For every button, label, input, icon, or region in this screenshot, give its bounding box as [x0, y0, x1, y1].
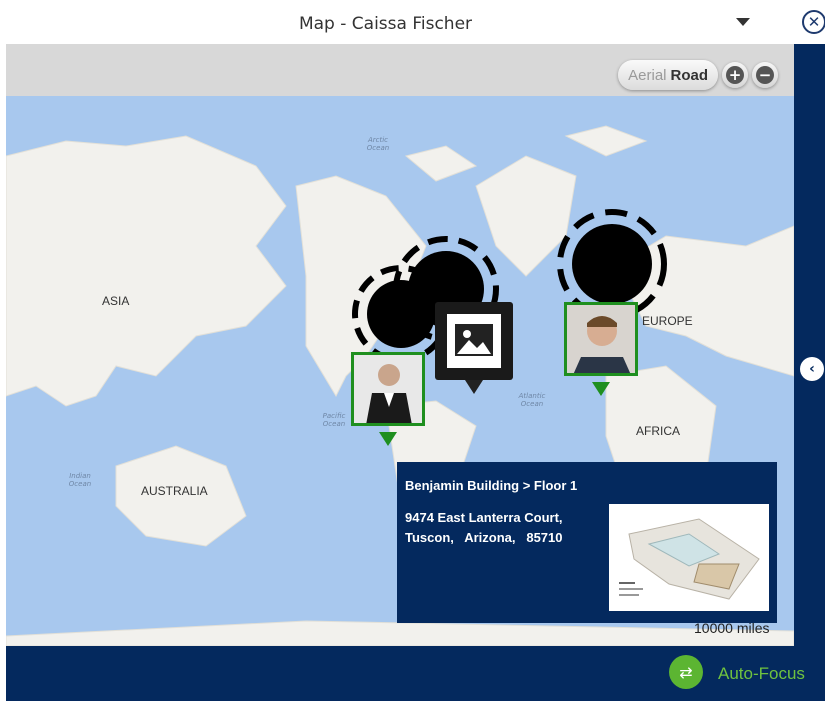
map-scale: 10000 miles [694, 620, 770, 636]
image-marker-pointer [465, 380, 483, 394]
autofocus-label[interactable]: Auto-Focus [718, 664, 805, 684]
person-marker-1-pointer [379, 432, 397, 446]
map-window: Map - Caissa Fischer ✕ ASIA EUROPE AFRIC… [0, 0, 825, 701]
close-icon: ✕ [807, 13, 821, 31]
close-button[interactable]: ✕ [802, 10, 825, 34]
chevron-left-icon: ‹ [809, 361, 815, 377]
floor-plan-thumbnail[interactable] [609, 504, 769, 611]
loading-spinner-right [557, 209, 667, 319]
title-bar: Map - Caissa Fischer ✕ [6, 4, 825, 45]
person-marker-1[interactable] [351, 352, 425, 426]
person-photo-2 [567, 305, 635, 373]
location-popup[interactable]: Benjamin Building > Floor 1 9474 East La… [397, 462, 777, 623]
window-title: Map - Caissa Fischer [298, 14, 473, 34]
side-panel-rail [794, 44, 825, 646]
person-photo-1 [354, 355, 422, 423]
expand-panel-button[interactable]: ‹ [800, 357, 824, 381]
popup-address-line2: Tuscon, Arizona, 85710 [405, 530, 563, 545]
popup-address: 9474 East Lanterra Court, Tuscon, Arizon… [405, 508, 563, 548]
popup-location-title: Benjamin Building > Floor 1 [405, 478, 578, 493]
popup-address-line1: 9474 East Lanterra Court, [405, 510, 563, 525]
image-marker[interactable] [435, 302, 513, 380]
person-marker-2-pointer [592, 382, 610, 396]
autofocus-icon[interactable]: ⇄ [669, 655, 703, 689]
image-placeholder-icon [447, 314, 501, 368]
person-marker-2[interactable] [564, 302, 638, 376]
chevron-down-icon[interactable] [736, 18, 750, 26]
